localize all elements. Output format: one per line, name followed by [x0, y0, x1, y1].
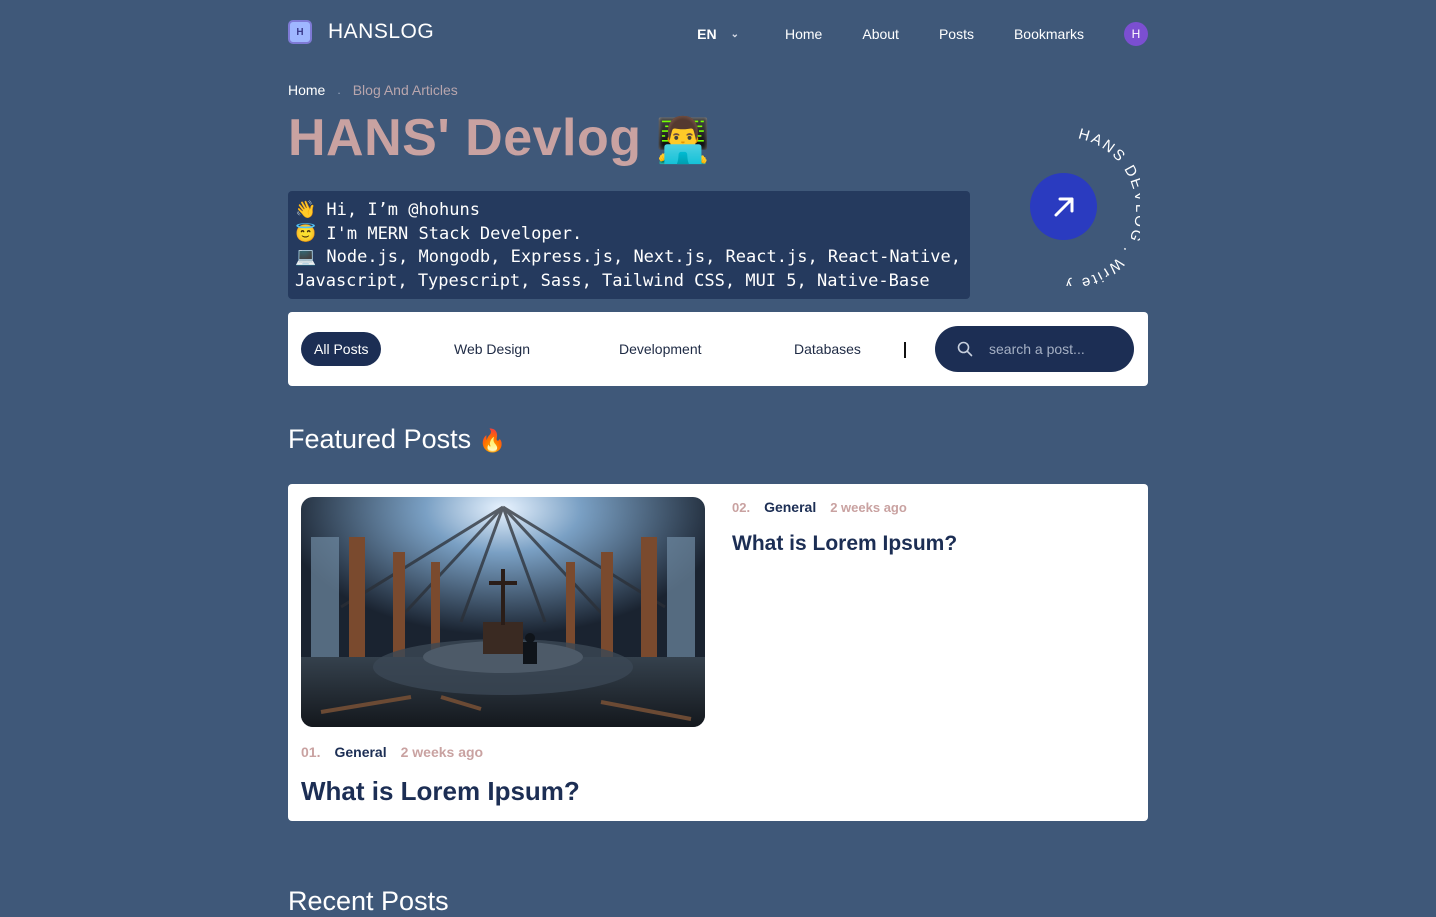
tab-all-posts[interactable]: All Posts	[301, 332, 382, 366]
intro-box: 👋 Hi, I’m @hohuns 😇 I'm MERN Stack Devel…	[288, 191, 970, 299]
post-date: 2 weeks ago	[400, 744, 484, 760]
breadcrumb-separator: .	[337, 83, 341, 97]
language-selector[interactable]: EN ⌄	[697, 26, 739, 42]
write-post-button[interactable]	[1030, 173, 1097, 240]
avatar[interactable]: H	[1124, 22, 1148, 46]
category-filter-bar: All Posts Web Design Development Databas…	[288, 312, 1148, 386]
post-category[interactable]: General	[334, 744, 386, 760]
fire-emoji: 🔥	[478, 428, 507, 453]
post-title[interactable]: What is Lorem Ipsum?	[301, 776, 580, 807]
intro-line: 😇 I'm MERN Stack Developer.	[295, 223, 583, 244]
brand-name: HANSLOG	[328, 20, 435, 43]
page-title-text: HANS' Devlog	[288, 109, 642, 167]
recent-heading: Recent Posts	[288, 886, 449, 916]
featured-posts-card: 01. General 2 weeks ago What is Lorem Ip…	[288, 484, 1148, 821]
tab-development[interactable]: Development	[619, 332, 702, 366]
post-meta: 01. General 2 weeks ago	[301, 744, 483, 760]
post-index: 01.	[301, 744, 321, 760]
intro-line: Javascript, Typescript, Sass, Tailwind C…	[295, 270, 930, 291]
chevron-down-icon: ⌄	[730, 28, 739, 40]
search-input[interactable]	[987, 340, 1131, 358]
nav-link-about[interactable]: About	[862, 26, 899, 42]
search-icon	[957, 341, 973, 357]
nav-link-bookmarks[interactable]: Bookmarks	[1014, 26, 1084, 42]
nav-link-posts[interactable]: Posts	[939, 26, 974, 42]
post-category[interactable]: General	[764, 499, 816, 515]
post-date: 2 weeks ago	[830, 500, 907, 515]
cathedral-image	[301, 497, 705, 727]
technologist-emoji: 👨‍💻	[655, 116, 711, 165]
breadcrumb-home[interactable]: Home	[288, 82, 325, 98]
breadcrumb-current: Blog And Articles	[352, 82, 458, 98]
logo-icon: H	[288, 20, 312, 44]
top-nav: H HANSLOG EN ⌄ Home About Posts Bookmark…	[288, 16, 1148, 52]
post-meta: 02. General 2 weeks ago	[732, 499, 907, 515]
language-label: EN	[697, 26, 717, 42]
featured-heading-text: Featured Posts	[288, 424, 472, 454]
post-index: 02.	[732, 500, 751, 515]
post-title[interactable]: What is Lorem Ipsum?	[732, 532, 957, 556]
intro-line: 👋 Hi, I’m @hohuns	[295, 200, 480, 220]
write-thoughts-badge[interactable]: HANS DEVLOG . Write your thoughts .	[985, 113, 1147, 294]
page-title: HANS' Devlog 👨‍💻	[288, 108, 711, 168]
arrow-up-right-icon	[1054, 197, 1073, 216]
nav-link-home[interactable]: Home	[785, 26, 822, 42]
featured-heading: Featured Posts 🔥	[288, 424, 506, 455]
post-cover-image[interactable]	[301, 497, 705, 727]
divider	[904, 342, 906, 358]
site-logo[interactable]: H HANSLOG	[288, 20, 434, 44]
breadcrumb: Home . Blog And Articles	[288, 82, 458, 98]
intro-line: 💻 Node.js, Mongodb, Express.js, Next.js,…	[295, 247, 961, 267]
tab-web-design[interactable]: Web Design	[454, 332, 530, 366]
tab-databases[interactable]: Databases	[794, 332, 861, 366]
search-box[interactable]	[935, 326, 1134, 372]
